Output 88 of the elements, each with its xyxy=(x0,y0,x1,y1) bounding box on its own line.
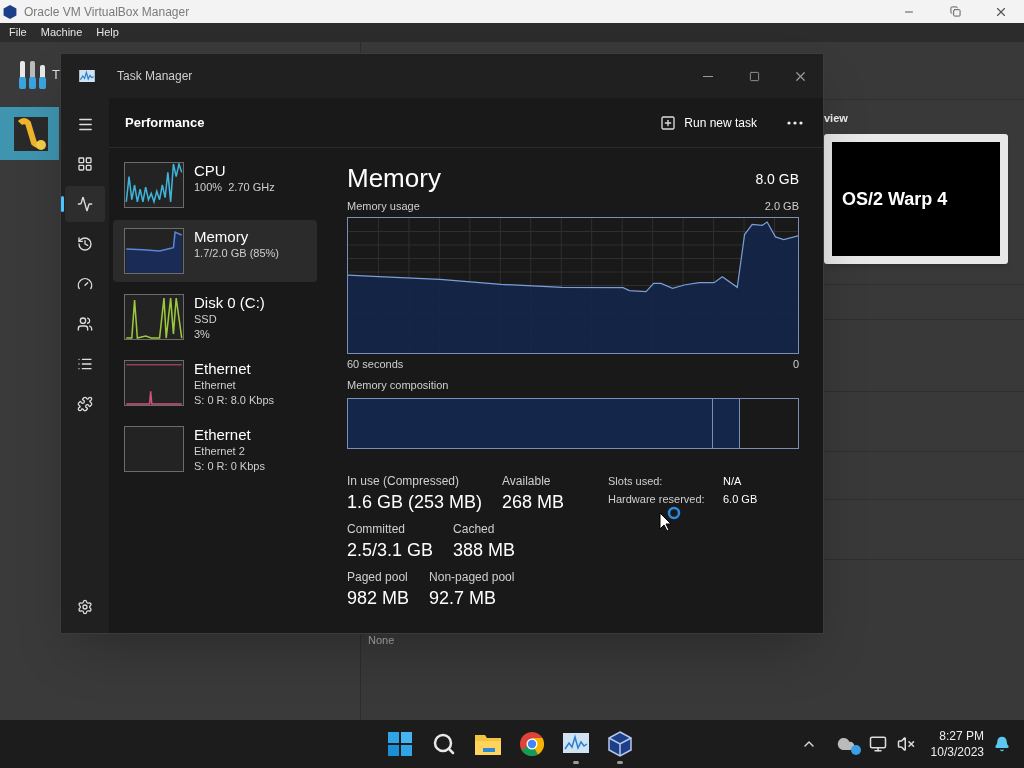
preview-machine-name: OS/2 Warp 4 xyxy=(842,187,948,211)
device-thumbnail-graph xyxy=(124,426,184,472)
clock-history-icon xyxy=(77,236,93,252)
property-value: N/A xyxy=(723,473,742,489)
device-info: SSD xyxy=(194,312,218,327)
chart-window-icon xyxy=(563,733,589,755)
total-memory: 8.0 GB xyxy=(755,170,799,189)
stat-value: 982 MB xyxy=(347,586,410,610)
settings-icon xyxy=(77,599,93,615)
device-name: Disk 0 (C:) xyxy=(194,294,265,312)
machine-item[interactable] xyxy=(0,107,59,160)
list-icon xyxy=(77,356,93,372)
running-indicator xyxy=(573,761,579,764)
minimize-icon xyxy=(703,75,713,77)
window-title: Oracle VM VirtualBox Manager xyxy=(24,3,190,21)
restore-icon xyxy=(949,6,961,17)
people-icon xyxy=(77,316,93,332)
add-icon xyxy=(660,114,677,131)
search-icon xyxy=(432,732,456,756)
tools-label: T xyxy=(52,65,60,84)
run-new-task-button[interactable]: Run new task xyxy=(654,107,763,138)
cube-icon xyxy=(3,3,17,20)
busy-cursor-icon xyxy=(659,505,683,531)
monitor-icon[interactable] xyxy=(868,735,887,753)
stat-label: Available xyxy=(502,472,552,489)
device-info: 100% 2.70 GHz xyxy=(194,180,275,195)
stat-value: 92.7 MB xyxy=(429,586,498,610)
detail-text: None xyxy=(368,633,395,648)
page-title: Performance xyxy=(125,113,205,132)
stat-value: 268 MB xyxy=(502,490,565,514)
chart-label: Memory usage xyxy=(347,199,420,214)
clock[interactable]: 8:27 PM 10/3/2023 xyxy=(930,728,984,760)
pulse-icon xyxy=(77,196,93,212)
device-item[interactable]: CPU 100% 2.70 GHz xyxy=(113,154,317,216)
device-item[interactable]: Memory 1.7/2.0 GB (85%) xyxy=(113,220,317,282)
device-item[interactable]: Disk 0 (C:) SSD 3% xyxy=(113,286,317,348)
time-axis-end: 0 xyxy=(792,356,799,372)
resource-title: Memory xyxy=(347,162,441,194)
running-indicator xyxy=(617,761,623,764)
chart-max-label: 2.0 GB xyxy=(764,199,799,214)
stat-label: Cached xyxy=(453,520,496,537)
menu-item[interactable]: Help xyxy=(96,24,119,41)
browser-icon xyxy=(520,732,544,756)
os-logo-icon xyxy=(14,116,48,151)
device-info: Ethernet 2 xyxy=(194,444,246,459)
run-new-task-label: Run new task xyxy=(684,114,757,132)
cloud-info-icon[interactable] xyxy=(836,735,859,753)
device-name: Ethernet xyxy=(194,426,252,444)
bell-icon[interactable] xyxy=(994,736,1010,752)
device-name: Ethernet xyxy=(194,360,252,378)
device-item[interactable]: Ethernet Ethernet 2 S: 0 R: 0 Kbps xyxy=(113,418,317,480)
grid-icon xyxy=(77,156,93,172)
property-value: 6.0 GB xyxy=(723,492,758,507)
stat-label: Paged pool xyxy=(347,568,409,585)
composition-label: Memory composition xyxy=(347,378,450,393)
device-item[interactable]: Ethernet Ethernet S: 0 R: 8.0 Kbps xyxy=(113,352,317,414)
property-label: Hardware reserved: xyxy=(608,492,706,507)
cube-icon xyxy=(608,731,632,757)
more-icon xyxy=(787,120,803,125)
menu-item[interactable]: File xyxy=(9,24,27,41)
windows-logo-icon xyxy=(388,732,412,756)
window-title: Task Manager xyxy=(117,68,193,85)
stat-value: 1.6 GB (253 MB) xyxy=(347,490,483,514)
preview-heading: view xyxy=(824,111,849,126)
device-info: 3% xyxy=(194,327,211,342)
device-info: S: 0 R: 0 Kbps xyxy=(194,459,265,474)
stat-value: 388 MB xyxy=(453,538,516,562)
property-label: Slots used: xyxy=(608,473,664,489)
chart-window-icon xyxy=(79,70,95,82)
puzzle-icon xyxy=(77,396,93,412)
stat-label: In use (Compressed) xyxy=(347,472,461,489)
tools-icon xyxy=(18,58,48,91)
time-axis-start: 60 seconds xyxy=(347,356,404,372)
volume-muted-icon[interactable] xyxy=(896,735,915,753)
stat-label: Non-paged pool xyxy=(429,568,515,585)
gauge-icon xyxy=(77,276,93,292)
stat-value: 2.5/3.1 GB xyxy=(347,538,434,562)
clock-time: 8:27 PM xyxy=(939,728,984,744)
device-info: Ethernet xyxy=(194,378,237,393)
device-name: CPU xyxy=(194,162,227,180)
stat-label: Committed xyxy=(347,520,406,537)
clock-date: 10/3/2023 xyxy=(930,744,984,760)
menu-item[interactable]: Machine xyxy=(40,24,83,41)
folder-icon xyxy=(475,733,501,755)
device-info: 1.7/2.0 GB (85%) xyxy=(194,246,279,261)
maximize-icon xyxy=(748,70,760,82)
device-info: S: 0 R: 8.0 Kbps xyxy=(194,393,275,408)
device-name: Memory xyxy=(194,228,250,246)
